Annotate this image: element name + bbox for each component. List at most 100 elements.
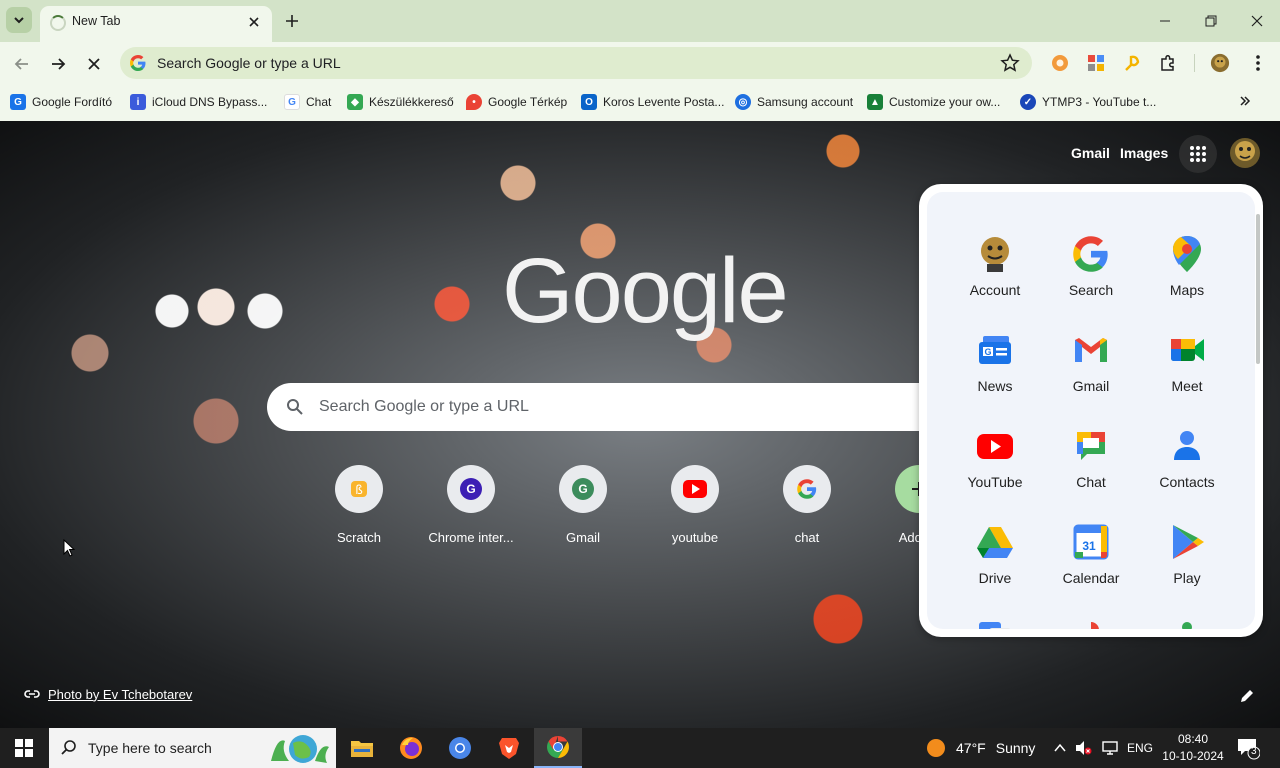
forward-button[interactable] [44,50,72,78]
input-language[interactable]: ENG [1127,741,1153,755]
loading-spinner-icon [50,15,66,31]
app-label: Calendar [1062,570,1120,586]
bookmark-google-terkep[interactable]: • Google Térkép [466,92,567,112]
bookmark-label: Google Fordító [32,95,113,109]
app-search[interactable]: Search [1043,216,1139,306]
ytmp3-icon: ✓ [1020,94,1036,110]
shortcut-label: chat [794,530,820,545]
stop-loading-button[interactable] [80,50,108,78]
icloud-dns-icon: i [130,94,146,110]
network-button[interactable] [1100,738,1120,758]
tab-close-button[interactable] [244,12,264,32]
clock-date: 10-10-2024 [1162,749,1224,763]
calendar-icon: 31 [1073,524,1109,560]
shortcut-gmail[interactable]: G Gmail [527,465,639,551]
chevron-down-icon [14,17,24,24]
bookmark-koros-levente[interactable]: O Koros Levente Posta... [581,92,724,112]
minimize-button[interactable] [1151,8,1179,34]
taskbar-clock[interactable]: 08:40 10-10-2024 [1160,731,1226,765]
weather-widget[interactable]: 47°F Sunny [926,738,1035,758]
profile-avatar[interactable] [1210,53,1230,73]
apps-grid: Account Search Maps G News Gmail Meet Yo… [927,192,1255,629]
start-button[interactable] [0,728,48,768]
app-news[interactable]: G News [947,312,1043,402]
shortcut-label: youtube [671,530,719,545]
tab-new-tab[interactable]: New Tab [40,6,272,42]
shortcut-chat[interactable]: chat [751,465,863,551]
notification-center-button[interactable]: 3 [1236,736,1261,760]
app-chat[interactable]: Chat [1043,408,1139,498]
volume-button[interactable] [1075,738,1093,758]
app-calendar[interactable]: 31 Calendar [1043,504,1139,594]
photo-credit-link[interactable]: Photo by Ev Tchebotarev [24,686,192,702]
bookmark-chat[interactable]: G Chat [284,92,331,112]
taskbar-chromium[interactable] [436,728,484,768]
app-partial-1[interactable] [947,600,1043,629]
toolbar-divider [1194,54,1195,72]
show-hidden-icons-button[interactable] [1052,738,1068,758]
app-drive[interactable]: Drive [947,504,1043,594]
shortcut-label: Scratch [336,530,382,545]
taskbar-search-box[interactable]: Type here to search [49,728,336,768]
taskbar-file-explorer[interactable] [338,728,386,768]
restore-icon [1205,15,1217,27]
back-button[interactable] [8,50,36,78]
google-search-icon [1073,236,1108,272]
taskbar-chrome[interactable] [534,728,582,768]
customize-pencil-icon[interactable] [1238,687,1256,705]
gmail-shortcut-icon: G [572,478,594,500]
taskbar-brave[interactable] [485,728,533,768]
bookmarks-overflow-button[interactable] [1236,91,1254,111]
extension-grid-icon[interactable] [1086,53,1106,73]
bookmark-label: Customize your ow... [889,95,1001,109]
arrow-left-icon [14,58,28,70]
address-bar[interactable]: Search Google or type a URL [120,47,1032,79]
app-account[interactable]: Account [947,216,1043,306]
taskbar-firefox[interactable] [387,728,435,768]
new-tab-button[interactable] [280,9,304,33]
shortcut-chrome-internals[interactable]: G Chrome inter... [415,465,527,551]
restore-button[interactable] [1197,8,1225,34]
bookmark-customize[interactable]: ▲ Customize your ow... [867,92,1000,112]
ntp-search-box[interactable]: Search Google or type a URL [267,383,947,431]
app-maps[interactable]: Maps [1139,216,1235,306]
youtube-icon [977,434,1013,459]
bookmark-google-fordito[interactable]: G Google Fordító [10,92,112,112]
browser-menu-button[interactable] [1248,53,1268,73]
gmail-link[interactable]: Gmail [1071,145,1110,161]
bookmark-samsung-account[interactable]: ◎ Samsung account [735,92,853,112]
minimize-icon [1160,20,1170,22]
bookmark-keszulekkereso[interactable]: ◆ Készülékkereső [347,92,454,112]
app-partial-2[interactable] [1043,600,1139,629]
images-link[interactable]: Images [1120,145,1168,161]
photos-icon [1091,622,1099,629]
app-gmail[interactable]: Gmail [1043,312,1139,402]
google-logo: Google [502,240,789,342]
shortcut-youtube[interactable]: youtube [639,465,751,551]
search-icon [287,399,303,415]
speaker-muted-icon [1076,741,1092,755]
app-label: YouTube [967,474,1023,490]
bookmark-star-icon[interactable] [1000,53,1020,73]
translate-icon [979,622,1011,629]
app-label: Chat [1076,474,1106,490]
double-chevron-right-icon [1240,96,1251,106]
app-contacts[interactable]: Contacts [1139,408,1235,498]
customize-icon: ▲ [867,94,883,110]
app-partial-3[interactable] [1139,600,1235,629]
bookmark-ytmp3[interactable]: ✓ YTMP3 - YouTube t... [1020,92,1156,112]
windows-logo-icon [15,739,33,757]
shortcut-scratch[interactable]: ß Scratch [303,465,415,551]
app-youtube[interactable]: YouTube [947,408,1043,498]
account-avatar-icon[interactable] [1229,137,1261,169]
extension-key-icon[interactable] [1122,53,1142,73]
apps-panel-scrollbar[interactable] [1256,214,1260,364]
close-window-button[interactable] [1243,8,1271,34]
google-apps-button[interactable] [1179,135,1217,173]
tab-search-button[interactable] [6,7,32,33]
extensions-puzzle-icon[interactable] [1158,53,1178,73]
extension-orange-icon[interactable] [1050,53,1070,73]
app-play[interactable]: Play [1139,504,1235,594]
app-meet[interactable]: Meet [1139,312,1235,402]
bookmark-icloud-dns[interactable]: i iCloud DNS Bypass... [130,92,267,112]
